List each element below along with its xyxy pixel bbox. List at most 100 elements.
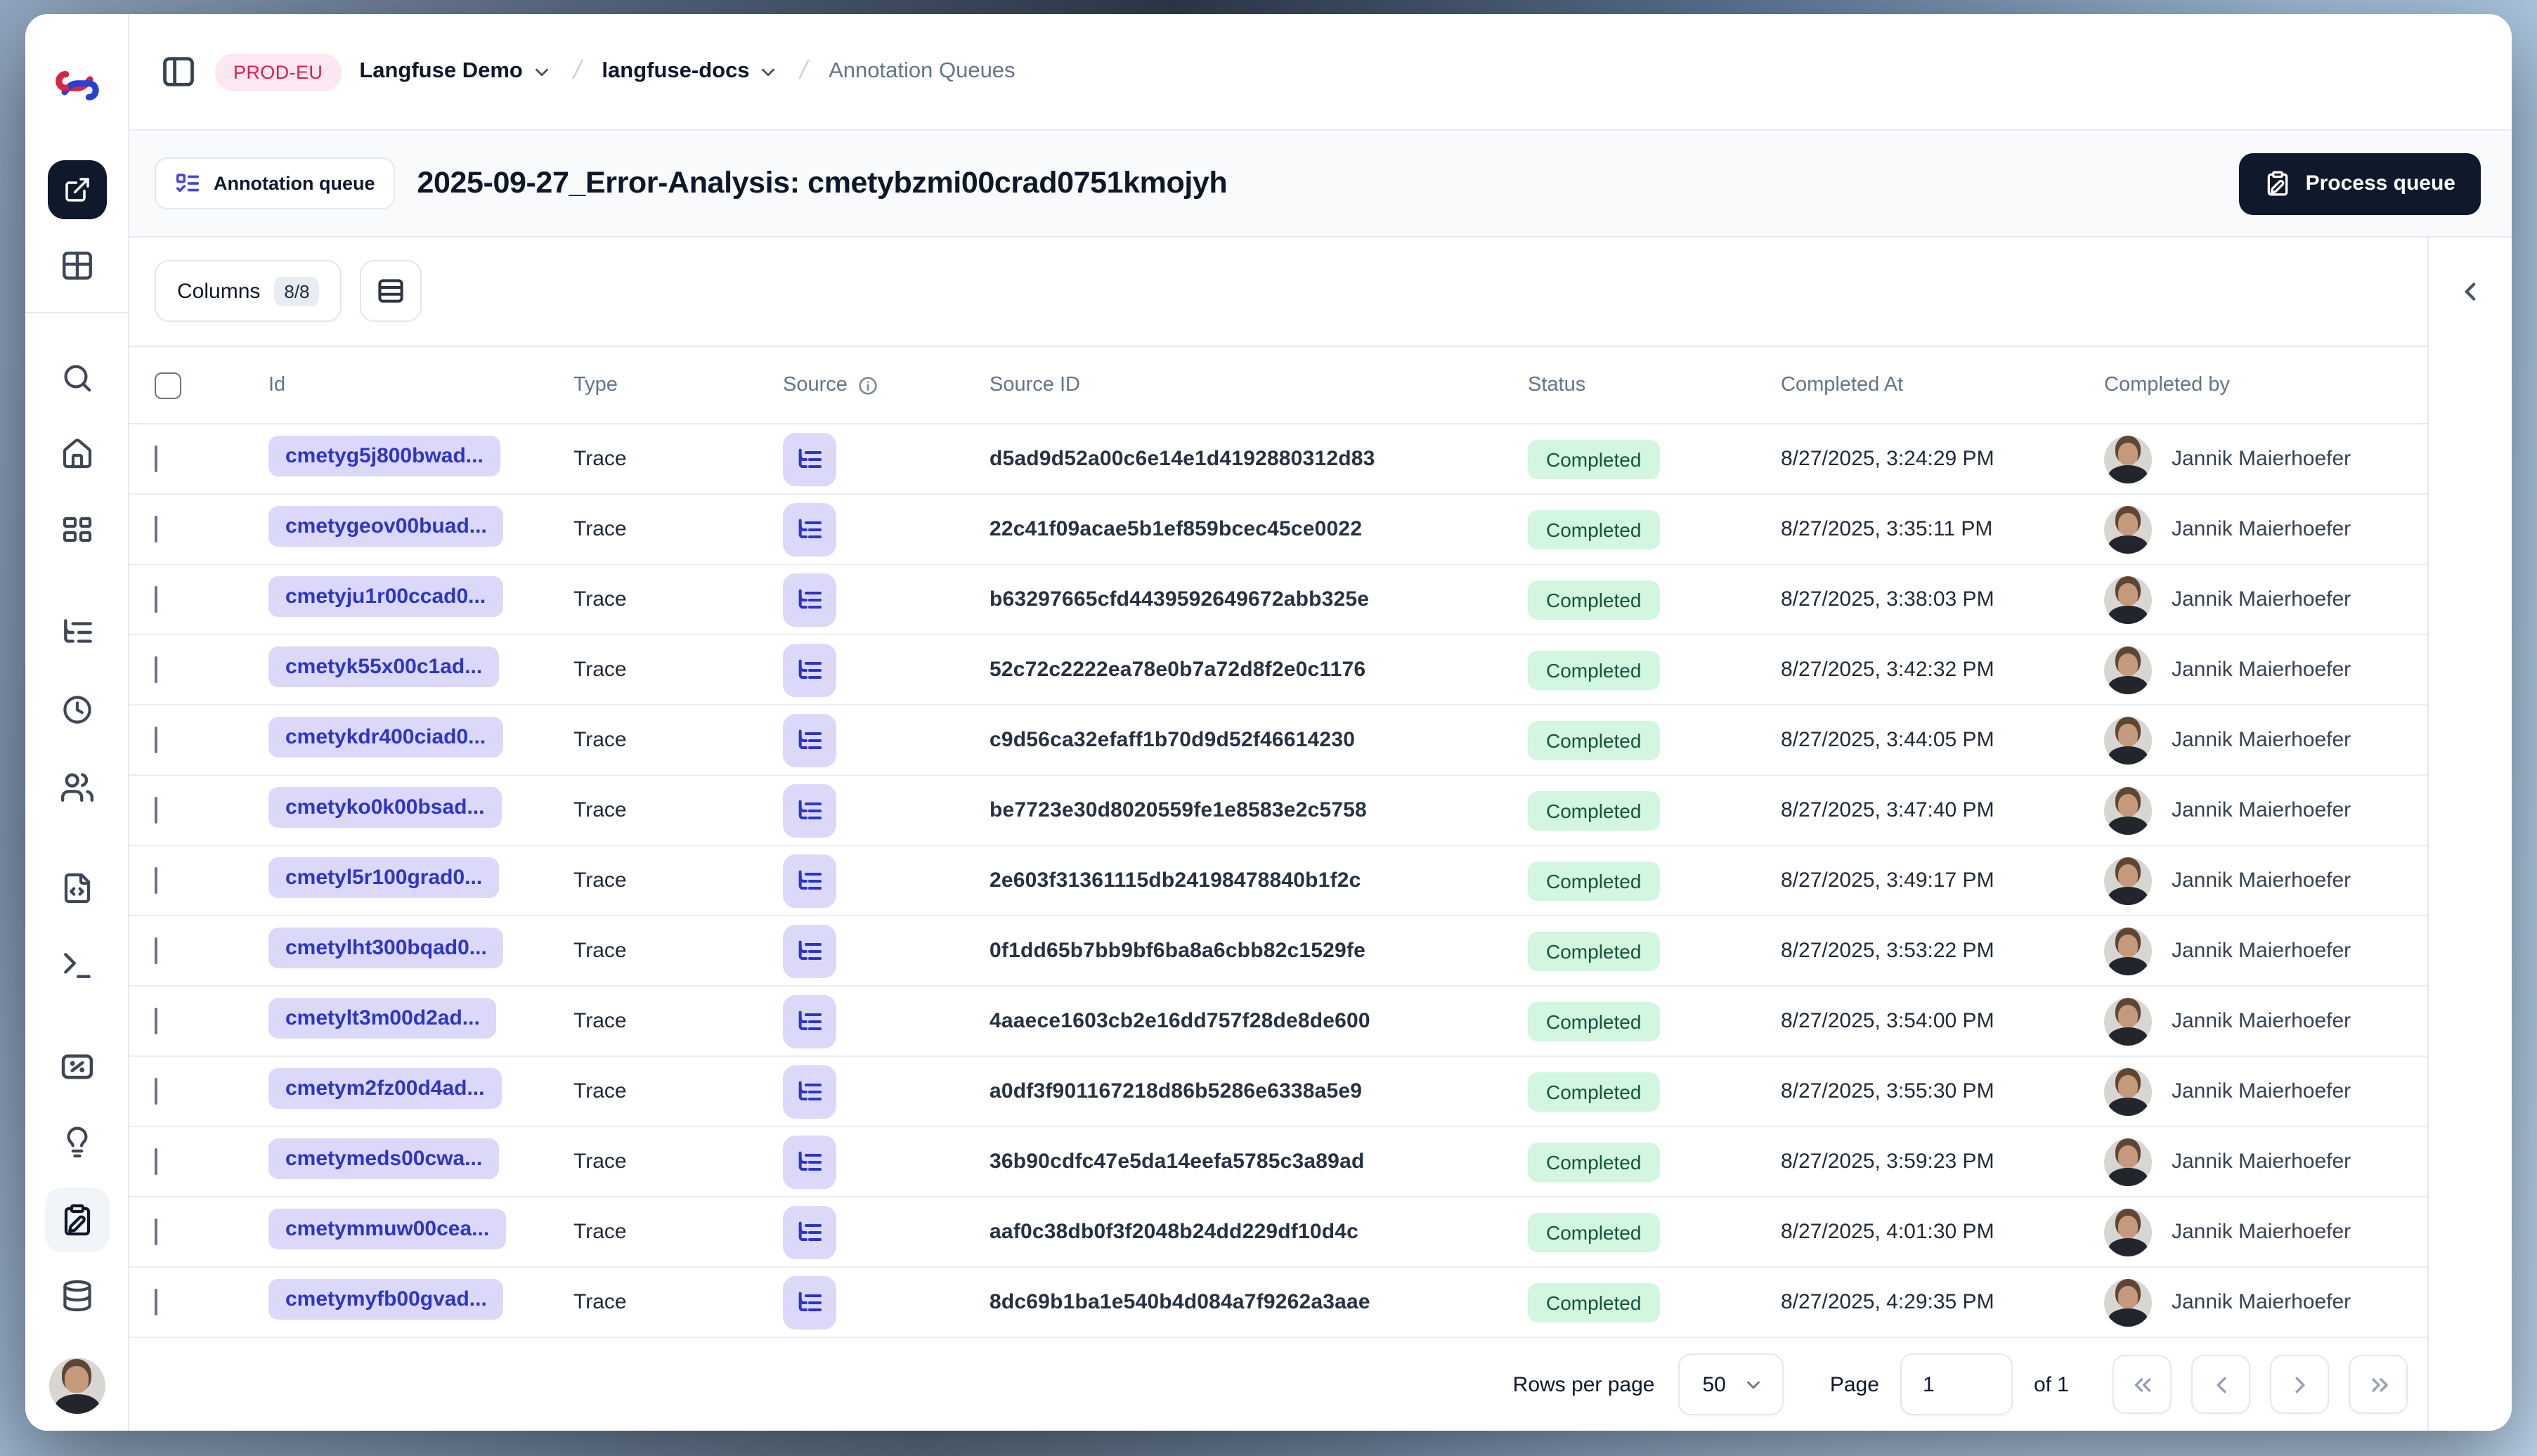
- rows-per-page-select[interactable]: 50: [1678, 1353, 1784, 1415]
- file-code-icon: [60, 871, 93, 905]
- completed-at-value: 8/27/2025, 3:49:17 PM: [1781, 869, 1994, 892]
- columns-button[interactable]: Columns 8/8: [155, 260, 342, 322]
- table-row[interactable]: cmetyg5j800bwad... Trace d5ad9d52a00c6e1…: [129, 424, 2427, 495]
- table-row[interactable]: cmetyju1r00ccad0... Trace b63297665cfd44…: [129, 565, 2427, 635]
- column-header-source-id[interactable]: Source ID: [990, 374, 1528, 396]
- row-checkbox[interactable]: [155, 797, 157, 824]
- expand-panel-button[interactable]: [2448, 268, 2493, 313]
- select-all-checkbox[interactable]: [155, 372, 181, 398]
- breadcrumb-project[interactable]: langfuse-docs: [602, 59, 779, 84]
- status-badge: Completed: [1528, 1212, 1660, 1252]
- row-checkbox[interactable]: [155, 446, 157, 472]
- sidebar-item-users[interactable]: [59, 769, 94, 805]
- item-type: Trace: [573, 517, 627, 541]
- previous-page-button[interactable]: [2191, 1355, 2250, 1414]
- completed-by-avatar: [2104, 997, 2152, 1045]
- item-id-link[interactable]: cmetymeds00cwa...: [268, 1138, 500, 1179]
- row-checkbox[interactable]: [155, 656, 157, 683]
- table-row[interactable]: cmetygeov00buad... Trace 22c41f09acae5b1…: [129, 495, 2427, 565]
- row-checkbox[interactable]: [155, 1008, 157, 1034]
- source-trace-button[interactable]: [783, 643, 836, 696]
- sidebar-item-playground[interactable]: [59, 948, 94, 983]
- row-checkbox[interactable]: [155, 586, 157, 613]
- row-checkbox[interactable]: [155, 727, 157, 753]
- right-panel-strip: [2427, 238, 2512, 1431]
- source-trace-button[interactable]: [783, 432, 836, 486]
- item-id-link[interactable]: cmetyl5r100grad0...: [268, 857, 500, 898]
- user-profile-button[interactable]: [48, 1358, 105, 1414]
- table-row[interactable]: cmetym2fz00d4ad... Trace a0df3f901167218…: [129, 1057, 2427, 1127]
- item-id-link[interactable]: cmetymyfb00gvad...: [268, 1279, 504, 1320]
- item-id-link[interactable]: cmetykdr400ciad0...: [268, 717, 503, 758]
- sidebar-item-datasets[interactable]: [60, 871, 93, 905]
- process-queue-button[interactable]: Process queue: [2239, 152, 2481, 214]
- sidebar-item-tracing[interactable]: [59, 615, 94, 650]
- source-trace-button[interactable]: [783, 1275, 836, 1329]
- breadcrumb-org[interactable]: Langfuse Demo: [359, 59, 552, 84]
- item-id-link[interactable]: cmetyju1r00ccad0...: [268, 576, 503, 617]
- item-id-link[interactable]: cmetylt3m00d2ad...: [268, 998, 497, 1039]
- sidebar-item-annotation-queues[interactable]: [44, 1188, 109, 1252]
- item-id-link[interactable]: cmetym2fz00d4ad...: [268, 1068, 502, 1109]
- column-header-source[interactable]: Source: [783, 374, 990, 396]
- source-trace-button[interactable]: [783, 994, 836, 1048]
- item-id-link[interactable]: cmetyko0k00bsad...: [268, 787, 502, 828]
- table-row[interactable]: cmetyl5r100grad0... Trace 2e603f31361115…: [129, 846, 2427, 916]
- item-id-link[interactable]: cmetygeov00buad...: [268, 506, 504, 547]
- row-height-button[interactable]: [360, 260, 422, 322]
- source-trace-button[interactable]: [783, 924, 836, 977]
- row-checkbox[interactable]: [155, 1218, 157, 1245]
- users-icon: [59, 769, 94, 805]
- table-row[interactable]: cmetyko0k00bsad... Trace be7723e30d80205…: [129, 776, 2427, 846]
- next-page-button[interactable]: [2270, 1355, 2329, 1414]
- source-trace-button[interactable]: [783, 1205, 836, 1259]
- row-checkbox[interactable]: [155, 1148, 157, 1175]
- column-header-completed-by[interactable]: Completed by: [2104, 374, 2427, 396]
- item-id-link[interactable]: cmetylht300bqad0...: [268, 928, 504, 968]
- sidebar-item-tables[interactable]: [59, 248, 94, 283]
- column-header-type[interactable]: Type: [573, 374, 783, 396]
- table-row[interactable]: cmetymeds00cwa... Trace 36b90cdfc47e5da1…: [129, 1127, 2427, 1197]
- sidebar-item-home[interactable]: [60, 437, 93, 471]
- item-id-link[interactable]: cmetymmuw00cea...: [268, 1209, 507, 1249]
- table-row[interactable]: cmetyk55x00c1ad... Trace 52c72c2222ea78e…: [129, 635, 2427, 706]
- row-checkbox[interactable]: [155, 937, 157, 964]
- source-id-value: 8dc69b1ba1e540b4d084a7f9262a3aae: [990, 1290, 1370, 1314]
- row-checkbox[interactable]: [155, 1289, 157, 1315]
- completed-at-value: 8/27/2025, 3:53:22 PM: [1781, 939, 1994, 963]
- source-trace-button[interactable]: [783, 1135, 836, 1188]
- source-trace-button[interactable]: [783, 713, 836, 767]
- sidebar-item-search[interactable]: [60, 361, 93, 395]
- column-header-id[interactable]: Id: [268, 374, 573, 396]
- row-checkbox[interactable]: [155, 867, 157, 894]
- source-trace-button[interactable]: [783, 573, 836, 626]
- sidebar-item-open-current[interactable]: [47, 160, 106, 219]
- sidebar-item-prompts[interactable]: [60, 1126, 93, 1159]
- item-id-link[interactable]: cmetyg5j800bwad...: [268, 436, 500, 476]
- table-row[interactable]: cmetymyfb00gvad... Trace 8dc69b1ba1e540b…: [129, 1268, 2427, 1338]
- table-row[interactable]: cmetymmuw00cea... Trace aaf0c38db0f3f204…: [129, 1197, 2427, 1268]
- sidebar-toggle-button[interactable]: [160, 53, 197, 90]
- item-type: Trace: [573, 587, 627, 611]
- sidebar-item-evaluation[interactable]: [58, 1048, 95, 1085]
- status-badge: Completed: [1528, 1282, 1660, 1322]
- source-trace-button[interactable]: [783, 1065, 836, 1118]
- table-row[interactable]: cmetylht300bqad0... Trace 0f1dd65b7bb9bf…: [129, 916, 2427, 987]
- info-icon[interactable]: [857, 375, 878, 396]
- page-number-input[interactable]: 1: [1900, 1353, 2013, 1415]
- item-id-link[interactable]: cmetyk55x00c1ad...: [268, 646, 500, 687]
- source-trace-button[interactable]: [783, 502, 836, 556]
- sidebar-item-sessions[interactable]: [60, 693, 93, 727]
- source-trace-button[interactable]: [783, 784, 836, 837]
- last-page-button[interactable]: [2349, 1355, 2408, 1414]
- table-row[interactable]: cmetykdr400ciad0... Trace c9d56ca32efaff…: [129, 706, 2427, 776]
- sidebar-item-settings-db[interactable]: [60, 1279, 93, 1313]
- sidebar-item-dashboards[interactable]: [60, 514, 93, 548]
- row-checkbox[interactable]: [155, 1078, 157, 1105]
- row-checkbox[interactable]: [155, 516, 157, 542]
- column-header-completed-at[interactable]: Completed At: [1781, 374, 2104, 396]
- first-page-button[interactable]: [2113, 1355, 2172, 1414]
- column-header-status[interactable]: Status: [1528, 374, 1781, 396]
- source-trace-button[interactable]: [783, 854, 836, 907]
- table-row[interactable]: cmetylt3m00d2ad... Trace 4aaece1603cb2e1…: [129, 987, 2427, 1057]
